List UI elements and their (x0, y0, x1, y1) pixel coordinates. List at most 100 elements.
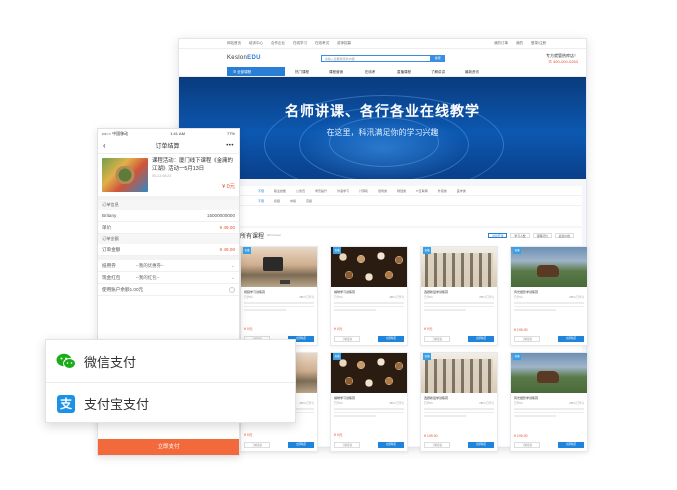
course-thumbnail: 直播 (241, 247, 317, 287)
filter-option[interactable]: 财经类 (397, 189, 406, 193)
redpack-select[interactable]: 现金红包 --我的红包-- ⌄ (98, 272, 239, 284)
alipay-option[interactable]: 支 支付宝支付 (46, 382, 295, 424)
product-info: 课程活动：厦门线下课程《金庸的江湖》活动一5月13日 05-13 08:24 ¥… (148, 158, 235, 192)
course-price: ¥ 0元 (334, 433, 343, 437)
course-card[interactable]: 直播 选题新班学训练营 已学8人 285人已学习 ¥ 0元 了解更多 立即购买 (420, 246, 498, 346)
filter-row-level: 不限 初级 中级 高级 (232, 196, 582, 206)
order-total-label: 订单金额 (102, 246, 121, 252)
course-price: ¥ 199.00 (514, 434, 528, 438)
nav-bar: ‹ 订单结算 ••• (98, 138, 239, 154)
course-card[interactable]: 直播 咖啡学习训练营 已学9人 285人已学习 ¥ 0元 了解更多 立即购买 (330, 246, 408, 346)
learn-more-button[interactable]: 了解更多 (244, 442, 270, 448)
unit-price-label: 单价 (102, 224, 112, 230)
course-actions: 了解更多 立即购买 (424, 336, 494, 342)
filter-option[interactable]: 中级 (290, 199, 296, 203)
course-list-header: 所有课程 All Course 最新开课 学习人数 课程评分 最新价格 (232, 228, 582, 242)
description-line (334, 408, 404, 410)
course-actions: 了解更多 立即购买 (334, 336, 404, 342)
buy-now-button[interactable]: 立即购买 (378, 442, 404, 448)
back-arrow-icon[interactable]: ‹ (103, 141, 113, 150)
sort-option[interactable]: 最新开课 (488, 232, 508, 238)
filter-option[interactable]: 职业技能 (274, 189, 286, 193)
course-price: ¥ 199.00 (514, 328, 528, 332)
filter-option[interactable]: 初级 (274, 199, 280, 203)
product-thumbnail (102, 158, 148, 192)
alipay-icon: 支 (56, 394, 76, 413)
wechat-pay-option[interactable]: 微信支付 (46, 340, 295, 382)
course-actions: 了解更多 立即购买 (514, 336, 584, 342)
course-card[interactable]: 直播 选题新班学训练营 已学8人 285人已学习 ¥ 199.00 了解更多 立即购买 (420, 352, 498, 452)
course-meta-right: 285人已学习 (479, 402, 494, 405)
coupon-select[interactable]: 抵用券 --我的优惠券-- ⌄ (98, 260, 239, 272)
filter-option[interactable]: 建筑类 (378, 189, 387, 193)
description-line (424, 305, 494, 307)
sort-option[interactable]: 课程评分 (532, 232, 552, 238)
filter-option[interactable]: 外贸类 (438, 189, 447, 193)
course-meta-left: 已学9人 (334, 402, 344, 405)
pay-now-button[interactable]: 立即支付 (98, 439, 239, 455)
course-meta-left: 已学8人 (244, 296, 254, 299)
buyer-row: Britany 15000000000 (98, 210, 239, 222)
clock: 1:41 AM (170, 131, 185, 136)
course-card[interactable]: 直播 风光摄影学训练营 已学9人 285人已学习 ¥ 199.00 了解更多 立即购买 (510, 246, 588, 346)
description-line (514, 309, 556, 311)
live-badge: 直播 (243, 247, 251, 254)
learn-more-button[interactable]: 了解更多 (514, 336, 540, 342)
filter-option[interactable]: 不限 (258, 189, 264, 193)
course-thumbnail: 直播 (421, 247, 497, 287)
course-name: 选题新班学训练营 (424, 290, 449, 294)
description-line (424, 309, 466, 311)
course-card[interactable]: 直播 风光摄影学训练营 已学9人 285人已学习 ¥ 199.00 了解更多 立即购买 (510, 352, 588, 452)
buy-now-button[interactable]: 立即购买 (378, 336, 404, 342)
description-line (244, 309, 286, 311)
course-thumbnail: 直播 (331, 353, 407, 393)
filter-option[interactable]: 公务员 (296, 189, 305, 193)
sort-option[interactable]: 最新价格 (554, 232, 574, 238)
balance-label: 使用账户余额1.00元 (102, 286, 144, 292)
description-line (514, 408, 584, 410)
course-card[interactable]: 直播视频学习训练营已学8人285人已学习¥ 0元了解更多立即购买 (240, 246, 318, 346)
buy-now-button[interactable]: 立即购买 (468, 336, 494, 342)
filter-option[interactable]: IT互联网 (416, 189, 428, 193)
learn-more-button[interactable]: 了解更多 (334, 442, 360, 448)
filter-option[interactable]: 高级 (306, 199, 312, 203)
course-description (511, 299, 587, 311)
learn-more-button[interactable]: 了解更多 (514, 442, 540, 448)
live-badge: 直播 (423, 353, 431, 360)
chevron-down-icon: ⌄ (230, 262, 235, 269)
course-description (421, 299, 497, 311)
description-line (244, 305, 314, 307)
buy-now-button[interactable]: 立即购买 (468, 442, 494, 448)
buy-now-button[interactable]: 立即购买 (288, 442, 314, 448)
learn-more-button[interactable]: 了解更多 (424, 442, 450, 448)
filter-option[interactable]: 学历提升 (315, 189, 327, 193)
carrier: •••○○ 中国移动 (102, 130, 129, 136)
more-icon[interactable]: ••• (222, 143, 234, 149)
filter-option[interactable]: 医学类 (457, 189, 466, 193)
redpack-label: 现金红包 (102, 274, 121, 280)
sort-option[interactable]: 学习人数 (510, 232, 530, 238)
course-meta-right: 285人已学习 (299, 296, 314, 299)
buy-now-button[interactable]: 立即购买 (558, 336, 584, 342)
learn-more-button[interactable]: 了解更多 (424, 336, 450, 342)
filter-option[interactable]: 计算机 (359, 189, 368, 193)
course-meta-left: 已学9人 (514, 296, 524, 299)
live-badge: 直播 (333, 353, 341, 360)
course-card[interactable]: 直播 咖啡学习训练营 已学9人 285人已学习 ¥ 0元 了解更多 立即购买 (330, 352, 408, 452)
filter-option[interactable]: 不限 (258, 199, 264, 203)
course-price: ¥ 0元 (244, 327, 253, 331)
radio-icon[interactable] (229, 286, 235, 293)
course-thumbnail: 直播 (421, 353, 497, 393)
order-product[interactable]: 课程活动：厦门线下课程《金庸的江湖》活动一5月13日 05-13 08:24 ¥… (98, 154, 239, 200)
balance-toggle[interactable]: 使用账户余额1.00元 (98, 284, 239, 296)
learn-more-button[interactable]: 了解更多 (334, 336, 360, 342)
course-thumbnail: 直播 (511, 247, 587, 287)
course-actions: 了解更多 立即购买 (424, 442, 494, 448)
filter-option[interactable]: 外语学习 (337, 189, 349, 193)
description-line (424, 411, 494, 413)
course-description (241, 299, 317, 311)
buy-now-button[interactable]: 立即购买 (558, 442, 584, 448)
course-description (331, 299, 407, 311)
showcase-stage: 网站首页 培训中心 合作企业 在线学习 在线考试 讲师招募 我的订单 我的 登录/注册 Kes… (0, 0, 677, 490)
section-order-amount: 订单金额 (98, 234, 239, 244)
